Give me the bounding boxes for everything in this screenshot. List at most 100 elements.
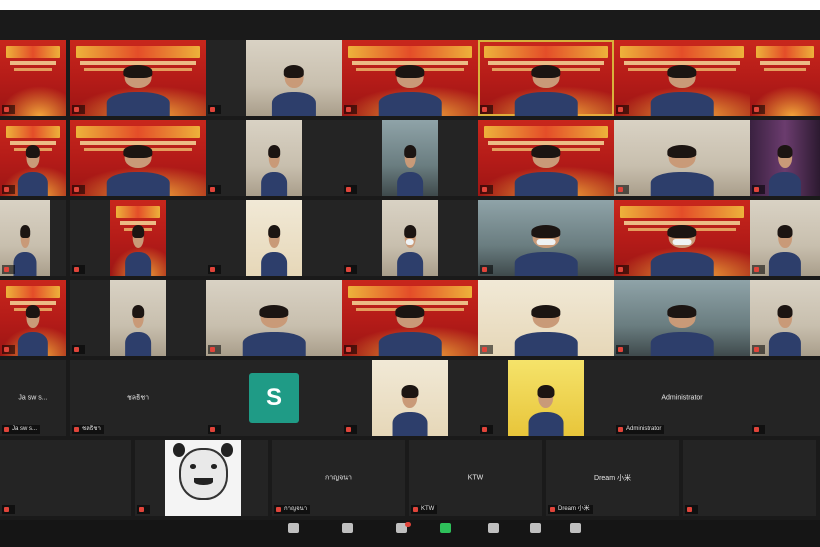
participant-tile[interactable] — [135, 440, 268, 516]
participant-name-label — [2, 105, 15, 114]
participant-tile[interactable] — [0, 120, 66, 196]
mic-muted-icon — [754, 347, 759, 352]
person-body — [13, 251, 37, 276]
participant-tile[interactable] — [70, 40, 206, 116]
participant-tile[interactable] — [342, 200, 478, 276]
participant-name-label — [208, 425, 221, 434]
participant-tile[interactable]: ชลธิชา ชลธิชา — [70, 360, 206, 436]
mic-muted-icon — [139, 507, 144, 512]
participant-tile[interactable] — [478, 360, 614, 436]
notification-badge — [405, 522, 411, 527]
person-hair — [26, 145, 40, 159]
participant-video — [508, 360, 584, 436]
toolbar-participants-button[interactable] — [334, 522, 360, 546]
participant-person — [17, 145, 49, 196]
person-hair — [777, 145, 793, 159]
participant-tile[interactable] — [70, 200, 206, 276]
participant-tile[interactable] — [206, 120, 342, 196]
participant-tile[interactable]: Administrator Administrator — [614, 360, 750, 436]
mic-muted-icon — [618, 347, 623, 352]
participant-name-label — [616, 265, 629, 274]
participant-tile[interactable] — [70, 120, 206, 196]
participant-tile[interactable] — [342, 120, 478, 196]
participant-tile[interactable] — [0, 440, 131, 516]
participant-tile[interactable] — [614, 200, 750, 276]
participant-tile[interactable]: Dream 小米 Dream 小米 — [546, 440, 679, 516]
participant-tile[interactable] — [750, 120, 820, 196]
participant-tile[interactable] — [478, 120, 614, 196]
banner-subtitle-2 — [764, 68, 806, 71]
toolbar-record-button[interactable] — [480, 522, 506, 546]
banner-subtitle — [10, 141, 56, 145]
participant-person — [514, 65, 578, 116]
participant-tile[interactable] — [750, 200, 820, 276]
toolbar-chat-button[interactable] — [388, 522, 414, 546]
participant-tile[interactable] — [478, 40, 614, 116]
person-hair — [268, 225, 280, 239]
meme-ear — [172, 443, 185, 457]
mic-muted-icon — [210, 107, 215, 112]
meme-ear — [221, 443, 234, 457]
participant-tile[interactable] — [614, 280, 750, 356]
person-body — [768, 171, 802, 196]
mic-muted-icon — [276, 507, 281, 512]
participant-tile[interactable] — [0, 280, 66, 356]
participant-name-label — [344, 425, 357, 434]
mic-muted-icon — [74, 187, 79, 192]
participant-tile[interactable] — [750, 40, 820, 116]
banner-title — [620, 206, 744, 218]
person-hair — [531, 65, 561, 79]
mic-muted-icon — [74, 107, 79, 112]
participant-tile[interactable] — [750, 360, 820, 436]
participant-tile[interactable] — [0, 200, 66, 276]
participant-tile[interactable] — [70, 280, 206, 356]
banner-title — [620, 46, 744, 58]
person-hair — [132, 305, 144, 319]
person-body — [378, 91, 442, 116]
person-hair — [404, 225, 416, 239]
toolbar-reactions-button[interactable] — [522, 522, 548, 546]
participant-name-label — [208, 265, 221, 274]
banner-subtitle — [10, 61, 56, 65]
mic-muted-icon — [74, 347, 79, 352]
participant-name-label — [137, 505, 150, 514]
participant-name-label — [208, 345, 221, 354]
banner-title — [6, 126, 60, 138]
participant-tile[interactable] — [342, 360, 478, 436]
mic-muted-icon — [482, 187, 487, 192]
participant-tile[interactable]: Ja sw s... Ja sw s... — [0, 360, 66, 436]
participant-tile[interactable] — [750, 280, 820, 356]
participant-person — [125, 305, 151, 356]
participant-tile[interactable] — [478, 200, 614, 276]
participant-tile[interactable] — [342, 280, 478, 356]
mic-muted-icon — [754, 107, 759, 112]
participant-tile[interactable] — [614, 120, 750, 196]
participant-tile[interactable] — [206, 280, 342, 356]
participant-tile[interactable]: กาญจนา กาญจนา — [272, 440, 405, 516]
toolbar-apps-button[interactable] — [562, 522, 588, 546]
participant-name-label — [344, 185, 357, 194]
participant-tile[interactable] — [206, 200, 342, 276]
person-body — [650, 331, 714, 356]
participant-tile[interactable] — [0, 40, 66, 116]
participant-tile[interactable] — [342, 40, 478, 116]
participant-tile[interactable]: KTW KTW — [409, 440, 542, 516]
apps-icon — [569, 523, 581, 533]
banner-subtitle — [120, 221, 156, 225]
zoom-meeting-window: Ja sw s... Ja sw s... ชลธิชา ชลธิชา S Adminis… — [0, 10, 820, 547]
person-body — [17, 171, 49, 196]
meeting-toolbar — [0, 520, 820, 547]
participant-tile[interactable] — [683, 440, 816, 516]
person-body — [650, 91, 714, 116]
participant-name-label — [72, 105, 85, 114]
toolbar-share-screen-button[interactable] — [432, 522, 458, 546]
participant-name-label: Administrator — [616, 425, 665, 434]
person-hair — [537, 385, 555, 399]
participant-tile[interactable]: S — [206, 360, 342, 436]
person-body — [242, 331, 306, 356]
participant-tile[interactable] — [614, 40, 750, 116]
banner-title — [348, 46, 472, 58]
participant-tile[interactable] — [478, 280, 614, 356]
participant-tile[interactable] — [206, 40, 342, 116]
toolbar-security-button[interactable] — [280, 522, 306, 546]
